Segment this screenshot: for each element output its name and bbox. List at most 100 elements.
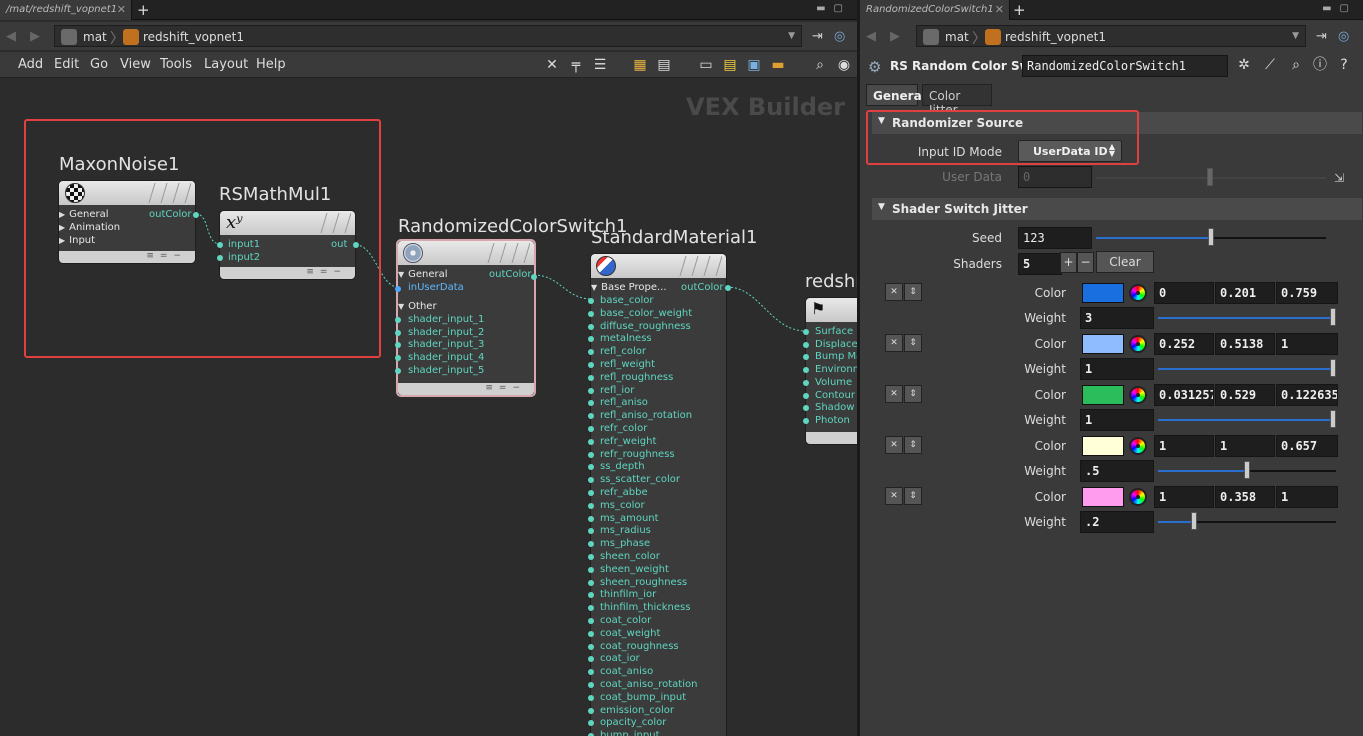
color-swatch[interactable] — [1082, 283, 1124, 303]
port-outcolor[interactable]: outColor — [489, 269, 532, 280]
network-tab[interactable]: /mat/redshift_vopnet1 ✕ — [0, 0, 132, 20]
color-g-field[interactable]: 0.529 — [1215, 384, 1275, 406]
port-refl_roughness[interactable]: refl_roughness — [600, 372, 673, 383]
weight-slider-track[interactable] — [1193, 521, 1336, 523]
user-data-slider-knob[interactable] — [1207, 168, 1213, 186]
pin-icon[interactable]: ⇥ — [1316, 29, 1327, 44]
network-canvas[interactable]: VEX Builder MaxonNoise1 ▶ General ▶ Animat… — [0, 79, 857, 736]
color-b-field[interactable]: 0.657 — [1276, 435, 1338, 457]
input-port-dot[interactable] — [588, 336, 594, 343]
grid-icon[interactable]: ▦ — [632, 57, 648, 73]
port-general[interactable]: ▶ General — [59, 209, 109, 220]
port-outcolor[interactable]: outColor — [681, 282, 724, 293]
weight-slider-knob[interactable] — [1330, 359, 1336, 377]
port-base_color_weight[interactable]: base_color_weight — [600, 308, 692, 319]
port-displacem[interactable]: Displacem — [815, 339, 857, 350]
port-metalness[interactable]: metalness — [600, 333, 652, 344]
add-tab-icon[interactable]: + — [137, 1, 150, 19]
node-maxonnoise[interactable]: ▶ General ▶ Animation ▶ Input outColor ≡=− — [58, 180, 199, 264]
input-port-dot[interactable] — [588, 438, 594, 445]
output-port-dot[interactable] — [353, 242, 359, 248]
crumb-vopnet[interactable]: redshift_vopnet1 — [1005, 30, 1106, 44]
forward-arrow-icon[interactable]: ▶ — [30, 29, 40, 44]
port-input1[interactable]: input1 — [228, 239, 260, 250]
input-port-dot[interactable] — [588, 541, 594, 548]
port-coat_color[interactable]: coat_color — [600, 615, 651, 626]
folder-icon[interactable]: ▬ — [770, 57, 786, 73]
input-port-dot[interactable] — [395, 317, 401, 323]
add-shader-button[interactable]: + — [1060, 252, 1077, 273]
port-refr_color[interactable]: refr_color — [600, 423, 647, 434]
table-icon[interactable]: ▤ — [656, 57, 672, 73]
port-input2[interactable]: input2 — [228, 252, 260, 263]
image-icon[interactable]: ▣ — [746, 57, 762, 73]
color-g-field[interactable]: 0.5138 — [1215, 333, 1275, 355]
path-field[interactable]: mat 〉 redshift_vopnet1 ▼ — [54, 25, 802, 47]
input-port-dot[interactable] — [588, 579, 594, 586]
color-b-field[interactable]: 0.122635 — [1276, 384, 1338, 406]
pane-window-controls[interactable]: ▬▢ — [816, 3, 851, 14]
node-randomizedcolorswitch[interactable]: ▼ General inUserData ▼ Other shader_input_… — [395, 239, 537, 397]
input-port-dot[interactable] — [395, 342, 401, 349]
pin-icon[interactable]: ⇥ — [812, 29, 823, 44]
color-swatch[interactable] — [1082, 334, 1124, 354]
input-port-dot[interactable] — [803, 329, 809, 335]
menu-layout[interactable]: Layout — [204, 57, 248, 72]
input-port-dot[interactable] — [217, 242, 223, 248]
port-opacity_color[interactable]: opacity_color — [600, 717, 666, 728]
input-port-dot[interactable] — [803, 341, 809, 348]
gear-icon[interactable]: ✲ — [1236, 57, 1252, 73]
shaders-field[interactable]: 5 — [1018, 253, 1062, 275]
tab-general[interactable]: General — [866, 84, 926, 106]
input-port-dot[interactable] — [803, 367, 809, 374]
port-refl_aniso_rotation[interactable]: refl_aniso_rotation — [600, 410, 692, 421]
remove-shader-button[interactable]: − — [1077, 252, 1094, 273]
input-port-dot[interactable] — [588, 707, 594, 714]
input-port-dot[interactable] — [588, 477, 594, 484]
input-port-dot[interactable] — [588, 592, 594, 599]
crumb-mat[interactable]: mat — [83, 30, 107, 44]
node-flags-icon[interactable] — [315, 213, 351, 233]
port-shader_input_5[interactable]: shader_input_5 — [408, 365, 484, 376]
close-tab-icon[interactable]: ✕ — [117, 3, 126, 16]
node-name-field[interactable]: RandomizedColorSwitch1 — [1022, 55, 1228, 77]
port-thinfilm_thickness[interactable]: thinfilm_thickness — [600, 602, 690, 613]
input-port-dot[interactable] — [588, 362, 594, 368]
input-port-dot[interactable] — [588, 310, 594, 317]
weight-field[interactable]: 1 — [1080, 358, 1154, 380]
add-tab-icon[interactable]: + — [1013, 1, 1026, 19]
input-port-dot[interactable] — [588, 298, 594, 304]
menu-go[interactable]: Go — [90, 57, 108, 72]
weight-field[interactable]: .2 — [1080, 511, 1154, 533]
group-general[interactable]: ▼ General — [398, 269, 448, 280]
remove-entry-button[interactable]: ✕ — [885, 283, 903, 301]
weight-slider-knob[interactable] — [1330, 410, 1336, 428]
list-icon[interactable]: ☰ — [592, 57, 608, 73]
expression-icon[interactable]: ⇲ — [1334, 171, 1344, 185]
port-volume[interactable]: Volume — [815, 377, 852, 388]
input-port-dot[interactable] — [588, 349, 594, 356]
input-port-dot[interactable] — [803, 379, 809, 386]
weight-slider-track[interactable] — [1247, 470, 1336, 472]
help-icon[interactable]: ? — [1336, 57, 1352, 73]
node-flags-icon[interactable] — [672, 256, 722, 276]
color-wheel-icon[interactable] — [1129, 284, 1147, 302]
input-port-dot[interactable] — [395, 286, 401, 292]
port-coat_roughness[interactable]: coat_roughness — [600, 641, 679, 652]
move-entry-icon[interactable]: ⇕ — [904, 436, 922, 454]
port-environm[interactable]: Environm — [815, 364, 857, 375]
port-contour[interactable]: Contour — [815, 390, 855, 401]
input-port-dot[interactable] — [588, 694, 594, 701]
link-icon[interactable]: ◎ — [1338, 29, 1349, 44]
color-b-field[interactable]: 0.759 — [1276, 282, 1338, 304]
brush-icon[interactable]: ⟋ — [1262, 57, 1278, 73]
port-refr_abbe[interactable]: refr_abbe — [600, 487, 648, 498]
info-icon[interactable]: ⓘ — [1312, 57, 1328, 73]
input-port-dot[interactable] — [588, 528, 594, 535]
input-port-dot[interactable] — [395, 329, 401, 336]
back-arrow-icon[interactable]: ◀ — [866, 29, 876, 44]
pane-window-controls[interactable]: ▬▢ — [1322, 3, 1357, 14]
tools-icon[interactable]: ✕ — [544, 57, 560, 73]
input-port-dot[interactable] — [803, 405, 809, 412]
sticky-note-icon[interactable]: ▤ — [722, 57, 738, 73]
